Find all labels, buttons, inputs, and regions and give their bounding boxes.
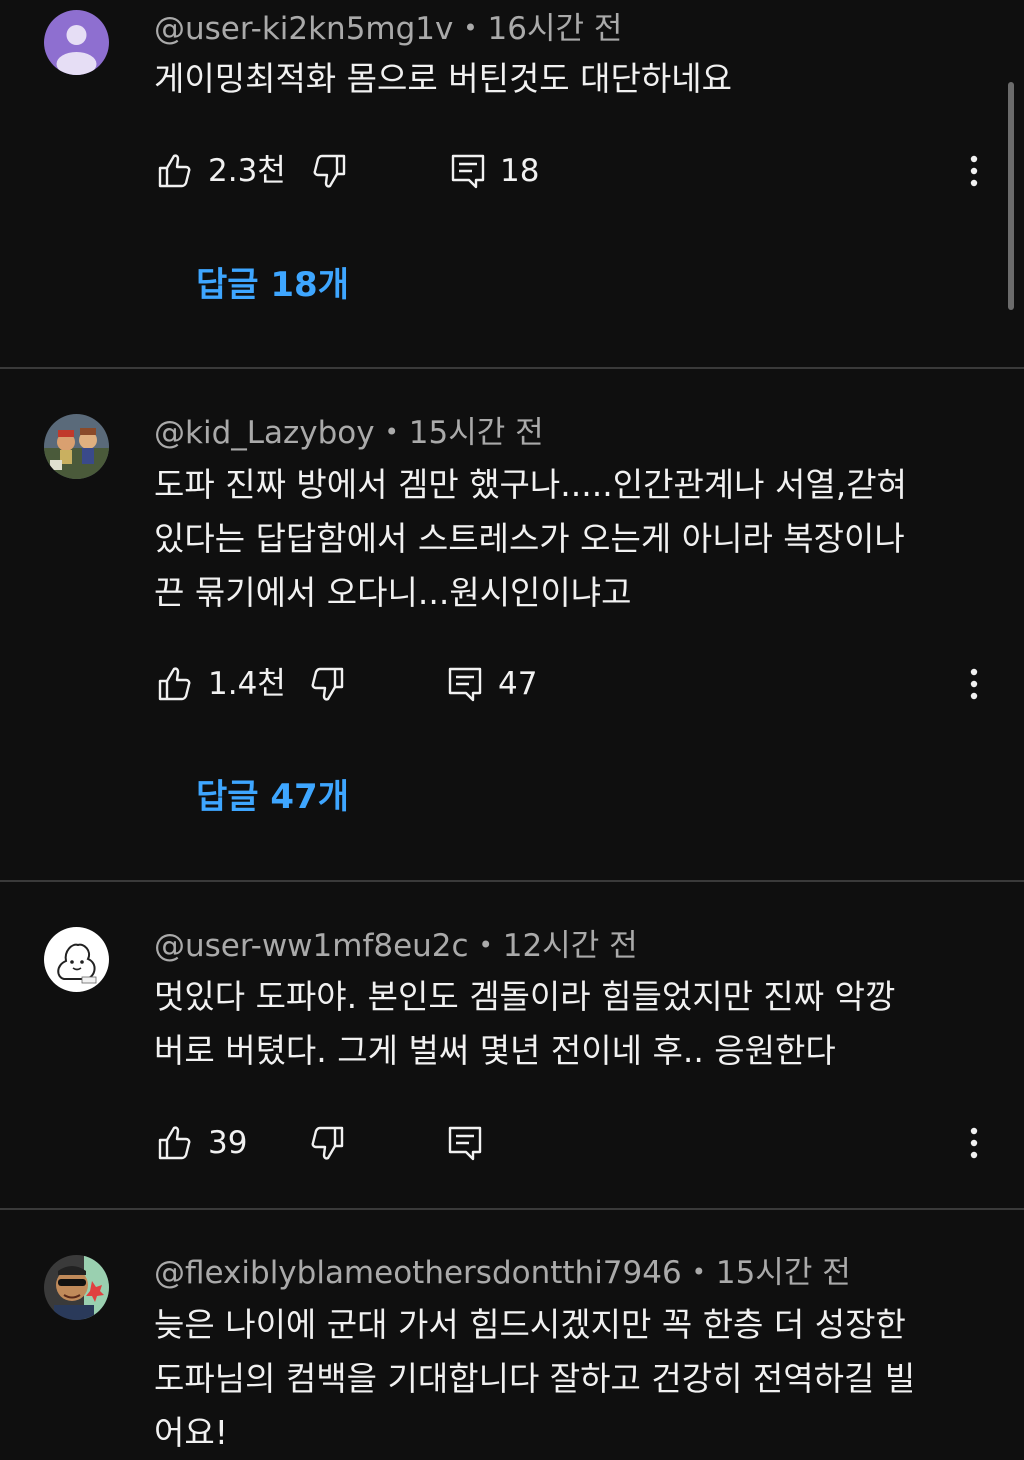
comment-text-line: 늦은 나이에 군대 가서 힘드시겠지만 꼭 한층 더 성장한 [154, 1305, 906, 1344]
comment-text-line: 있다는 답답함에서 스트레스가 오는게 아니라 복장이나 [154, 519, 905, 558]
avatar[interactable] [44, 1255, 109, 1320]
comment-icon[interactable] [445, 664, 485, 704]
view-replies-button[interactable]: 답글 47개 [196, 775, 349, 819]
comment-text-line: 끈 묶기에서 오다니...원시인이냐고 [154, 573, 632, 612]
avatar[interactable] [44, 414, 109, 479]
meta-separator: • [463, 14, 478, 42]
comment-time: 16시간 전 [487, 11, 623, 47]
thumbs-down-icon[interactable] [310, 151, 350, 191]
comment-divider [0, 880, 1024, 882]
author-name[interactable]: @user-ww1mf8eu2c [154, 928, 469, 964]
comment-meta: @flexiblyblameothersdontthi7946 • 15시간 전 [154, 1253, 851, 1295]
like-count: 2.3천 [208, 153, 286, 189]
default-avatar-icon [44, 10, 109, 75]
comment-time: 15시간 전 [408, 415, 544, 451]
comment-text: 늦은 나이에 군대 가서 힘드시겠지만 꼭 한층 더 성장한 도파님의 컴백을 … [154, 1298, 984, 1460]
comment-icon[interactable] [448, 151, 488, 191]
cartoon-character-icon [44, 927, 109, 992]
comment-meta: @user-ki2kn5mg1v • 16시간 전 [154, 9, 622, 51]
user-photo-icon [44, 414, 109, 479]
thumbs-up-icon[interactable] [154, 1123, 194, 1163]
comment-actions: 39 [0, 1119, 1024, 1169]
avatar[interactable] [44, 927, 109, 992]
comment-icon[interactable] [445, 1123, 485, 1163]
comment-text-line: 어요! [154, 1413, 228, 1452]
reply-count: 18 [500, 153, 540, 189]
comment-divider [0, 1208, 1024, 1210]
comment-meta: @kid_Lazyboy • 15시간 전 [154, 413, 544, 455]
comment-text: 도파 진짜 방에서 겜만 했구나.....인간관계나 서열,갇혀 있다는 답답함… [154, 458, 984, 620]
meta-separator: • [691, 1258, 706, 1286]
comment-actions: 2.3천 18 [0, 147, 1024, 197]
comment-time: 15시간 전 [715, 1255, 851, 1291]
user-photo-icon [44, 1255, 109, 1320]
thumbs-up-icon[interactable] [154, 664, 194, 704]
more-vert-icon[interactable] [962, 1123, 986, 1163]
author-name[interactable]: @kid_Lazyboy [154, 415, 375, 451]
meta-separator: • [384, 418, 399, 446]
more-vert-icon[interactable] [962, 151, 986, 191]
like-count: 39 [208, 1125, 248, 1161]
view-replies-button[interactable]: 답글 18개 [196, 263, 349, 307]
author-name[interactable]: @user-ki2kn5mg1v [154, 11, 453, 47]
comment-text-line: 도파님의 컴백을 기대합니다 잘하고 건강히 전역하길 빌 [154, 1359, 916, 1398]
comment-text-line: 게이밍최적화 몸으로 버틴것도 대단하네요 [154, 59, 732, 98]
scrollbar[interactable] [1008, 82, 1014, 310]
comment-text-line: 버로 버텼다. 그게 벌써 몇년 전이네 후.. 응원한다 [154, 1031, 836, 1070]
avatar[interactable] [44, 10, 109, 75]
comment-divider [0, 367, 1024, 369]
comment-time: 12시간 전 [502, 928, 638, 964]
comment-text: 게이밍최적화 몸으로 버틴것도 대단하네요 [154, 52, 984, 106]
meta-separator: • [478, 931, 493, 959]
reply-count: 47 [498, 666, 538, 702]
comment-text: 멋있다 도파야. 본인도 겜돌이라 힘들었지만 진짜 악깡 버로 버텼다. 그게… [154, 970, 984, 1078]
thumbs-down-icon[interactable] [308, 1123, 348, 1163]
comment-text-line: 멋있다 도파야. 본인도 겜돌이라 힘들었지만 진짜 악깡 [154, 977, 896, 1016]
comment-meta: @user-ww1mf8eu2c • 12시간 전 [154, 926, 638, 968]
comment-actions: 1.4천 47 [0, 660, 1024, 710]
more-vert-icon[interactable] [962, 664, 986, 704]
thumbs-up-icon[interactable] [154, 151, 194, 191]
author-name[interactable]: @flexiblyblameothersdontthi7946 [154, 1255, 682, 1291]
thumbs-down-icon[interactable] [308, 664, 348, 704]
comment-text-line: 도파 진짜 방에서 겜만 했구나.....인간관계나 서열,갇혀 [154, 465, 907, 504]
like-count: 1.4천 [208, 666, 286, 702]
